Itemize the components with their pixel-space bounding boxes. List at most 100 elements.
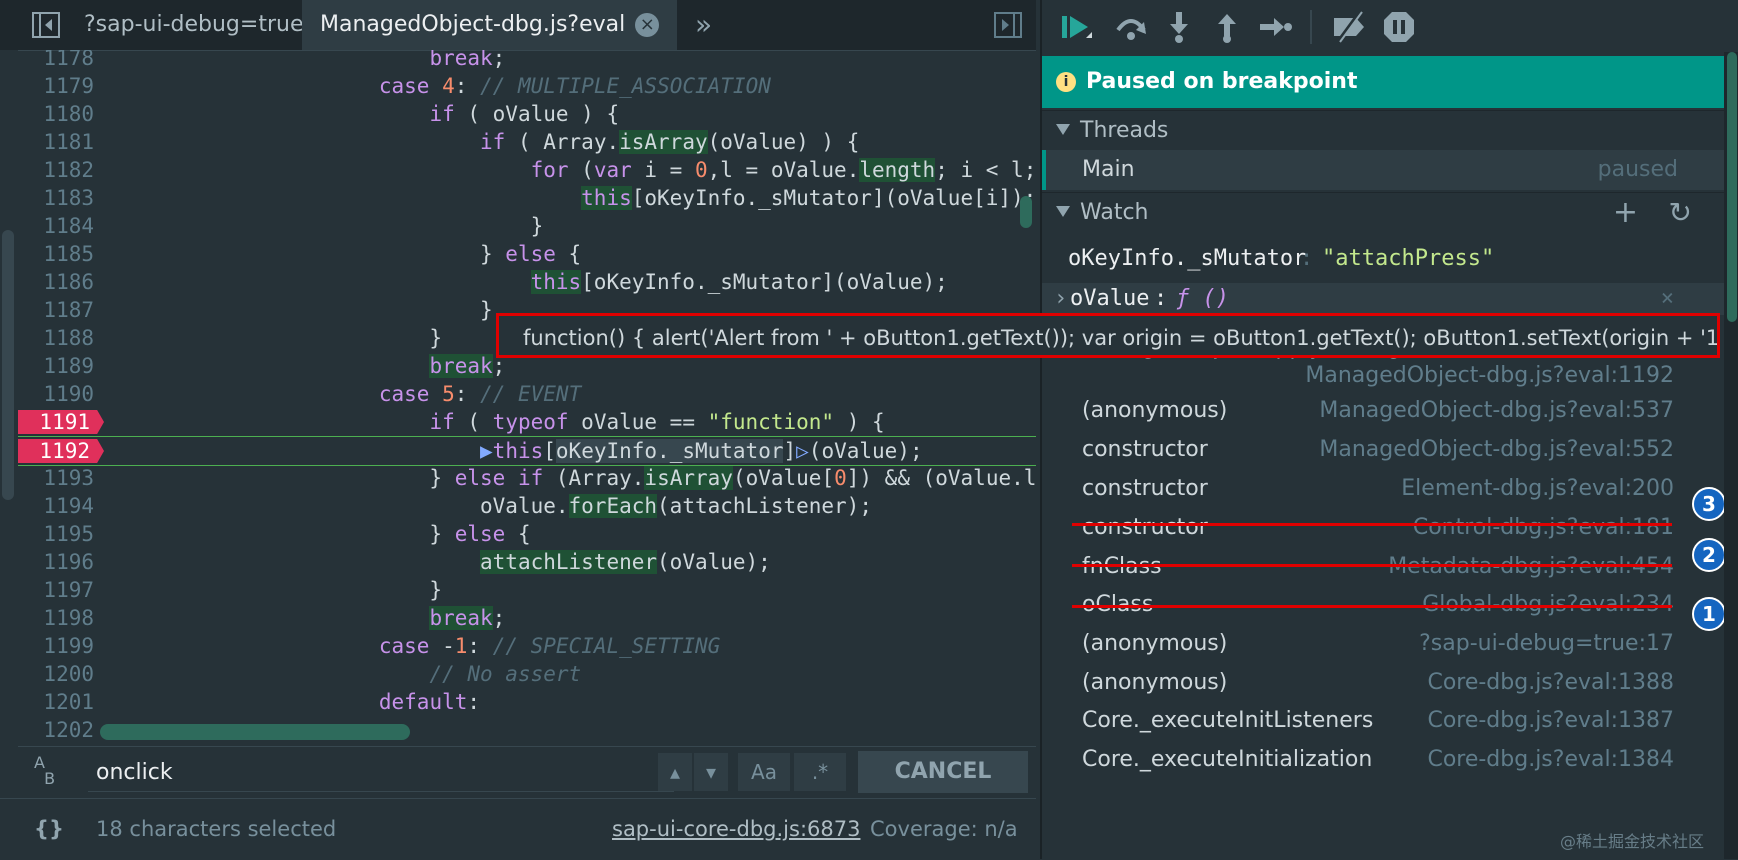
code-editor[interactable]: 1178 break; 1179 case 4: // MULTIPLE_ASSO… <box>18 50 1036 746</box>
line-number[interactable]: 1190 <box>18 380 94 408</box>
call-frame[interactable]: constructor Control-dbg.js?eval:181 <box>1042 509 1724 547</box>
code-line[interactable]: 1185 } else { <box>18 240 1036 268</box>
line-number[interactable]: 1193 <box>18 464 94 492</box>
line-number[interactable]: 1200 <box>18 660 94 688</box>
code-line[interactable]: 1194 oValue.forEach(attachListener); <box>18 492 1036 520</box>
line-number[interactable]: 1199 <box>18 632 94 660</box>
toolbar-divider <box>1310 10 1312 44</box>
watch-section-header[interactable]: Watch + ↻ <box>1042 192 1724 233</box>
threads-section-header[interactable]: Threads <box>1042 110 1724 151</box>
code-line[interactable]: 1199 case -1: // SPECIAL_SETTING <box>18 632 1036 660</box>
close-tab-icon[interactable]: × <box>635 13 660 37</box>
cancel-search-button[interactable]: CANCEL <box>858 751 1028 793</box>
line-number[interactable]: 1181 <box>18 128 94 156</box>
code-line[interactable]: 1198 break; <box>18 604 1036 632</box>
line-number[interactable]: 1185 <box>18 240 94 268</box>
prev-match-button[interactable]: ▴ <box>658 753 692 791</box>
line-number[interactable]: 1202 <box>18 716 94 744</box>
code-line[interactable]: 1190 case 5: // EVENT <box>18 380 1036 408</box>
step-out-icon[interactable] <box>1210 10 1244 44</box>
regex-button[interactable]: .* <box>794 753 846 791</box>
call-frame[interactable]: (anonymous) ?sap-ui-debug=true:17 <box>1042 625 1724 663</box>
toggle-sidebar-icon[interactable] <box>32 12 60 38</box>
annotation-badge-2: 2 <box>1692 538 1726 572</box>
line-number[interactable]: 1196 <box>18 548 94 576</box>
refresh-watch-icon[interactable]: ↻ <box>1669 193 1692 233</box>
line-number[interactable]: 1178 <box>18 50 94 72</box>
expand-arrow-icon[interactable]: › <box>1054 283 1067 315</box>
line-number[interactable]: 1195 <box>18 520 94 548</box>
tab-managedobject[interactable]: ManagedObject-dbg.js?eval × <box>302 0 678 50</box>
remove-watch-icon[interactable]: × <box>1661 283 1674 315</box>
code-line[interactable]: 1179 case 4: // MULTIPLE_ASSOCIATION <box>18 72 1036 100</box>
debugger-toolbar <box>1042 0 1738 52</box>
thread-row-main[interactable]: Main paused <box>1042 150 1728 190</box>
code-text: if ( oValue ) { <box>429 102 620 126</box>
code-line[interactable]: 1197 } <box>18 576 1036 604</box>
code-line[interactable]: 1181 if ( Array.isArray(oValue) ) { <box>18 128 1036 156</box>
code-text: } <box>126 298 493 322</box>
watch-item[interactable]: › oValue: ƒ () × <box>1042 283 1724 315</box>
horizontal-scrollbar[interactable] <box>100 724 410 740</box>
annotation-underline <box>1072 564 1672 567</box>
line-number[interactable]: 1179 <box>18 72 94 100</box>
watch-expression: oKeyInfo._sMutator <box>1068 246 1307 271</box>
line-number[interactable]: 1198 <box>18 604 94 632</box>
line-number[interactable]: 1188 <box>18 324 94 352</box>
expand-triangle-icon <box>1056 206 1070 217</box>
code-line[interactable]: 1183 this[oKeyInfo._sMutator](oValue[i])… <box>18 184 1036 212</box>
vertical-scrollbar[interactable] <box>1020 196 1032 228</box>
resume-icon[interactable] <box>1060 10 1094 44</box>
call-frame[interactable]: constructor Element-dbg.js?eval:200 <box>1042 470 1724 508</box>
code-line[interactable]: 1195 } else { <box>18 520 1036 548</box>
code-line[interactable]: 1196 attachListener(oValue); <box>18 548 1036 576</box>
frame-location: ManagedObject-dbg.js?eval:537 <box>1319 398 1674 423</box>
debugger-scrollbar[interactable] <box>1724 52 1738 859</box>
tab-sap-ui-debug[interactable]: ?sap-ui-debug=true <box>66 0 321 50</box>
add-watch-icon[interactable]: + <box>1613 193 1638 233</box>
deactivate-breakpoints-icon[interactable] <box>1332 10 1366 44</box>
call-frame[interactable]: Core._executeInitialization Core-dbg.js?e… <box>1042 741 1724 779</box>
line-number[interactable]: 1201 <box>18 688 94 716</box>
line-number[interactable]: 1183 <box>18 184 94 212</box>
call-frame[interactable]: Core._executeInitListeners Core-dbg.js?ev… <box>1042 702 1724 740</box>
toggle-debugger-pane-icon[interactable] <box>994 12 1022 38</box>
line-number[interactable]: 1189 <box>18 352 94 380</box>
line-number[interactable]: 1186 <box>18 268 94 296</box>
next-match-button[interactable]: ▾ <box>694 753 728 791</box>
more-tabs-icon[interactable]: » <box>695 8 712 41</box>
step-icon[interactable] <box>1258 10 1292 44</box>
search-input[interactable] <box>88 753 674 792</box>
line-number[interactable]: 1187 <box>18 296 94 324</box>
pause-on-exceptions-icon[interactable] <box>1382 10 1416 44</box>
code-text: break; <box>429 354 506 378</box>
code-line[interactable]: 1191 if ( typeof oValue == "function" ) … <box>18 408 1036 436</box>
call-frame[interactable]: fnClass Metadata-dbg.js?eval:454 <box>1042 548 1724 586</box>
code-line[interactable]: 1200 // No assert <box>18 660 1036 688</box>
line-number[interactable]: 1194 <box>18 492 94 520</box>
match-case-button[interactable]: Aa <box>738 753 790 791</box>
line-number[interactable]: 1180 <box>18 100 94 128</box>
code-line[interactable]: 1184 } <box>18 212 1036 240</box>
pretty-print-icon[interactable]: {} <box>34 799 64 859</box>
line-number[interactable]: 1184 <box>18 212 94 240</box>
call-frame[interactable]: constructor ManagedObject-dbg.js?eval:552 <box>1042 431 1724 469</box>
line-number[interactable]: 1197 <box>18 576 94 604</box>
line-number[interactable]: 1182 <box>18 156 94 184</box>
source-location-link[interactable]: sap-ui-core-dbg.js:6873 <box>612 799 860 859</box>
code-line[interactable]: 1201 default: <box>18 688 1036 716</box>
call-frame[interactable]: (anonymous) Core-dbg.js?eval:1388 <box>1042 664 1724 702</box>
code-line[interactable]: 1178 break; <box>18 50 1036 72</box>
coverage-status: Coverage: n/a <box>870 817 1018 841</box>
watch-item[interactable]: oKeyInfo._sMutator: "attachPress" <box>1042 244 1724 274</box>
call-frame[interactable]: (anonymous) ManagedObject-dbg.js?eval:537 <box>1042 392 1724 430</box>
frame-location: Metadata-dbg.js?eval:454 <box>1388 548 1674 586</box>
code-line[interactable]: 1180 if ( oValue ) { <box>18 100 1036 128</box>
code-line[interactable]: 1193 } else if (Array.isArray(oValue[0])… <box>18 464 1036 492</box>
code-line[interactable]: 1192 ▶this[oKeyInfo._sMutator]▷(oValue); <box>18 436 1036 466</box>
code-line[interactable]: 1182 for (var i = 0,l = oValue.length; i… <box>18 156 1036 184</box>
search-mode-icon[interactable]: A B <box>34 755 55 787</box>
step-into-icon[interactable] <box>1162 10 1196 44</box>
code-line[interactable]: 1186 this[oKeyInfo._sMutator](oValue); <box>18 268 1036 296</box>
step-over-icon[interactable] <box>1114 10 1148 44</box>
